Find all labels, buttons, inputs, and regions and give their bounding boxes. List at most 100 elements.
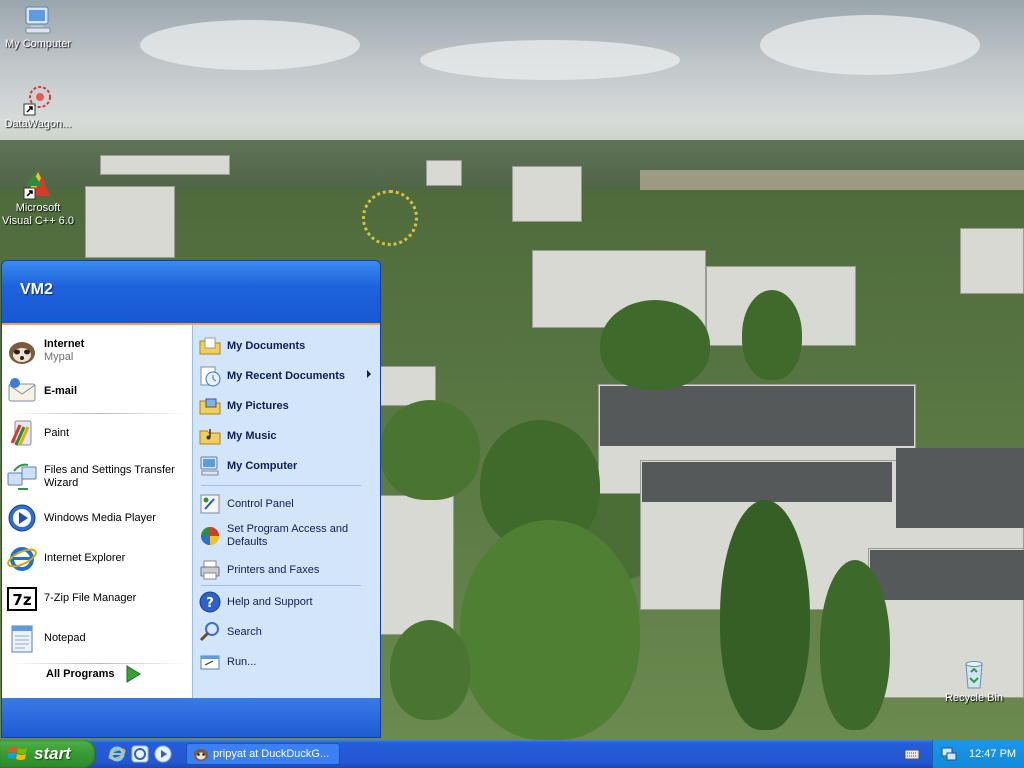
- quick-launch-internet-explorer[interactable]: [108, 745, 126, 763]
- menu-item-transfer-wizard[interactable]: Files and Settings Transfer Wizard: [6, 461, 190, 493]
- menu-item-label: Search: [227, 625, 262, 638]
- my-computer-icon: [200, 456, 219, 476]
- menu-item-recent-documents[interactable]: My Recent Documents: [199, 365, 375, 387]
- taskbar: start pripyat at DuckDuckG... 12:47 PM: [0, 740, 1024, 768]
- svg-text:?: ?: [206, 596, 214, 611]
- start-menu-header: VM2: [2, 261, 380, 325]
- desktop-icon-label: Microsoft Visual C++ 6.0: [2, 202, 74, 227]
- menu-item-label: Files and Settings Transfer Wizard: [44, 464, 175, 489]
- desktop-icon-label: My Computer: [4, 38, 72, 50]
- menu-item-label: E-mail: [44, 384, 78, 397]
- quick-launch-media-player[interactable]: [154, 745, 172, 763]
- my-computer-icon: [25, 6, 51, 34]
- menu-item-label: Printers and Faxes: [227, 563, 320, 576]
- clock[interactable]: 12:47 PM: [969, 748, 1016, 760]
- run-icon: [200, 655, 220, 670]
- menu-item-label: My Recent Documents: [227, 369, 345, 382]
- start-menu: VM2 Internet Mypal E-mail Paint Files an…: [1, 260, 381, 738]
- menu-item-title: Internet: [44, 338, 85, 350]
- seven-zip-icon: 7z: [7, 587, 37, 611]
- notepad-icon: [11, 625, 33, 653]
- desktop-icon-datawagon[interactable]: DataWagon...: [0, 84, 76, 131]
- menu-item-subtitle: Mypal: [44, 351, 74, 363]
- wallpaper-tree: [380, 400, 480, 500]
- menu-item-notepad[interactable]: Notepad: [6, 622, 190, 654]
- menu-item-label: Internet Explorer: [44, 551, 126, 564]
- wallpaper-roof: [600, 386, 914, 446]
- menu-item-7zip[interactable]: 7z 7-Zip File Manager: [6, 582, 190, 614]
- control-panel-icon: [200, 494, 220, 514]
- menu-item-label: My Computer: [227, 459, 298, 472]
- menu-item-program-access[interactable]: Set Program Access and Defaults: [199, 523, 375, 549]
- my-music-icon: [199, 429, 221, 445]
- wallpaper-building: [85, 186, 175, 258]
- wallpaper-building: [960, 228, 1024, 294]
- quick-launch-mypal-browser[interactable]: [131, 745, 149, 763]
- menu-item-label: My Pictures: [227, 399, 289, 412]
- menu-item-my-pictures[interactable]: My Pictures: [199, 395, 375, 417]
- system-tray: 12:47 PM: [932, 740, 1024, 768]
- desktop-icon-my-computer[interactable]: My Computer: [0, 4, 76, 51]
- wallpaper-building: [100, 155, 230, 175]
- menu-item-run[interactable]: Run...: [199, 651, 375, 673]
- my-documents-icon: [199, 337, 221, 355]
- menu-item-email[interactable]: E-mail: [6, 375, 190, 407]
- search-icon: [199, 622, 219, 642]
- recent-documents-icon: [200, 366, 221, 387]
- menu-item-label: Paint: [44, 426, 70, 439]
- menu-item-help-support[interactable]: ? Help and Support: [199, 591, 375, 613]
- wallpaper-tree: [820, 560, 890, 730]
- paint-icon: [10, 420, 32, 446]
- start-menu-programs-pane: Internet Mypal E-mail Paint Files and Se…: [2, 325, 192, 698]
- menu-separator: [201, 485, 361, 486]
- wallpaper-cloud: [420, 40, 680, 80]
- start-menu-places-pane: My Documents My Recent Documents My Pict…: [192, 325, 380, 698]
- svg-text:7z: 7z: [12, 591, 31, 609]
- mypal-browser-icon: [194, 749, 208, 761]
- wallpaper-building: [512, 166, 582, 222]
- menu-separator: [201, 585, 361, 586]
- wallpaper-building: [426, 160, 462, 186]
- menu-item-label: Windows Media Player: [44, 511, 156, 524]
- menu-item-label: Internet Mypal: [44, 338, 84, 364]
- taskbar-window-title: pripyat at DuckDuckG...: [213, 748, 330, 760]
- green-arrow-icon: [126, 665, 142, 683]
- wallpaper-cloud: [140, 20, 360, 70]
- menu-item-label: My Music: [227, 429, 277, 442]
- menu-item-search[interactable]: Search: [199, 621, 375, 643]
- wallpaper-tree: [460, 520, 640, 740]
- user-name: VM2: [20, 281, 53, 298]
- menu-item-media-player[interactable]: Windows Media Player: [6, 502, 190, 534]
- wallpaper-tree: [600, 300, 710, 390]
- menu-item-my-computer[interactable]: My Computer: [199, 455, 375, 477]
- menu-item-internet-explorer[interactable]: Internet Explorer: [6, 542, 190, 574]
- transfer-wizard-icon: [7, 463, 37, 490]
- keyboard-icon[interactable]: [904, 746, 920, 762]
- menu-item-control-panel[interactable]: Control Panel: [199, 493, 375, 515]
- desktop-icon-visual-cpp[interactable]: Microsoft Visual C++ 6.0: [0, 168, 76, 228]
- menu-item-printers-faxes[interactable]: Printers and Faxes: [199, 559, 375, 581]
- wallpaper-cloud: [760, 15, 980, 75]
- printer-icon: [200, 560, 220, 580]
- internet-explorer-icon: [7, 547, 37, 571]
- menu-item-paint[interactable]: Paint: [6, 417, 190, 449]
- desktop-icon-recycle-bin[interactable]: Recycle Bin: [936, 658, 1012, 705]
- network-icon[interactable]: [941, 746, 957, 762]
- menu-item-label: Run...: [227, 655, 257, 668]
- menu-item-my-music[interactable]: My Music: [199, 425, 375, 447]
- all-programs-button[interactable]: All Programs: [46, 665, 142, 683]
- wallpaper-roof: [642, 462, 892, 502]
- menu-item-my-documents[interactable]: My Documents: [199, 335, 375, 357]
- wallpaper-building: [380, 495, 454, 635]
- taskbar-window-button[interactable]: pripyat at DuckDuckG...: [186, 743, 340, 765]
- start-button[interactable]: start: [0, 740, 96, 768]
- menu-item-label: Notepad: [44, 631, 86, 644]
- wallpaper-tree: [720, 500, 810, 730]
- desktop-icon-label: DataWagon...: [4, 118, 72, 130]
- windows-logo-icon: [8, 747, 27, 760]
- ferris-wheel: [362, 190, 418, 246]
- menu-item-internet[interactable]: Internet Mypal: [6, 335, 190, 367]
- visual-cpp-icon: [23, 172, 50, 200]
- start-menu-footer: [2, 698, 380, 737]
- shortcut-flower-icon: [23, 86, 51, 116]
